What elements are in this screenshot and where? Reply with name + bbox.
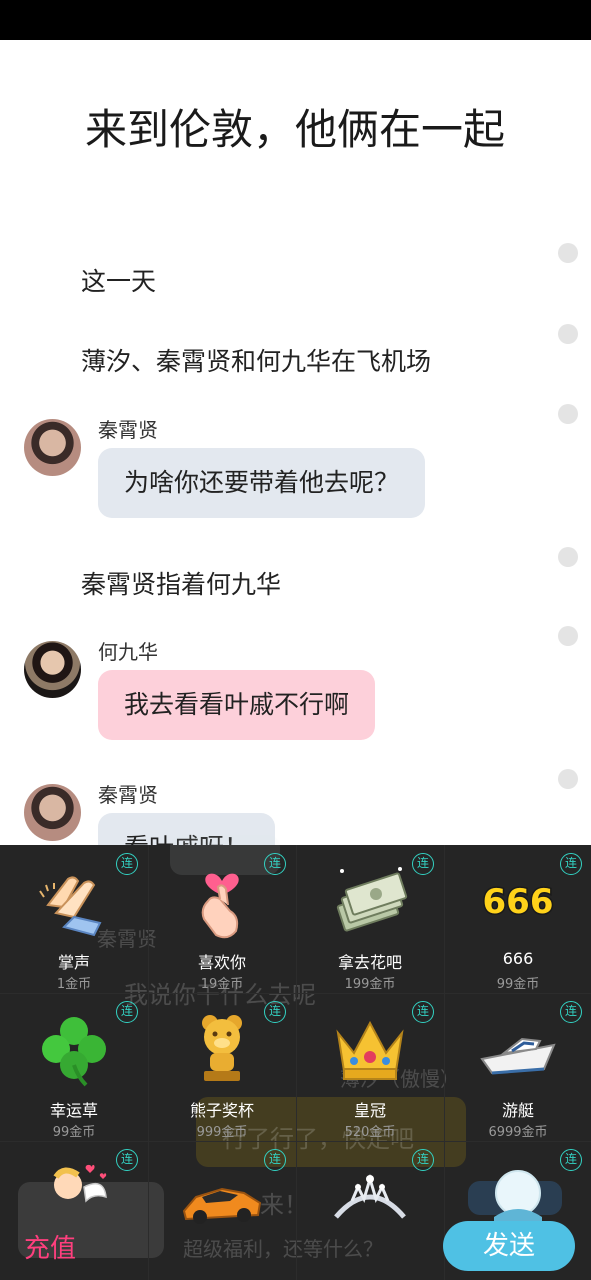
avatar[interactable] — [24, 641, 81, 698]
progress-dot — [558, 769, 578, 789]
gift-price: 99金币 — [496, 977, 540, 992]
gift-item[interactable]: 连 — [148, 1141, 296, 1280]
avatar[interactable] — [24, 419, 81, 476]
combo-badge: 连 — [412, 1001, 434, 1023]
clapping-hands-icon — [39, 876, 102, 937]
gift-name: 皇冠 — [353, 1101, 386, 1120]
narration-line: 秦霄贤指着何九华 — [81, 570, 282, 599]
gift-price: 999金币 — [196, 1125, 248, 1140]
progress-dot — [558, 324, 578, 344]
bear-trophy-icon — [202, 1015, 242, 1081]
combo-badge: 连 — [560, 1149, 582, 1171]
combo-badge: 连 — [560, 1001, 582, 1023]
progress-dot — [558, 547, 578, 567]
gift-item[interactable]: 连 幸运草 99金币 — [0, 993, 148, 1141]
avatar[interactable] — [24, 784, 81, 841]
gift-panel: 秦霄贤 我说你干什么去呢 薄汐（傲慢） 行了行了，快走吧 来！ 超级福利，还等什… — [0, 835, 591, 1280]
send-button[interactable]: 发送 — [443, 1221, 575, 1271]
gift-item[interactable]: 连 游艇 6999金币 — [444, 993, 591, 1141]
gift-price: 19金币 — [200, 977, 244, 992]
gift-name: 掌声 — [57, 953, 90, 972]
gift-price: 1金币 — [56, 977, 92, 992]
combo-badge: 连 — [116, 1149, 138, 1171]
combo-badge: 连 — [412, 1149, 434, 1171]
combo-badge: 连 — [560, 853, 582, 875]
svg-text:666: 666 — [483, 882, 554, 922]
speaker-name: 秦霄贤 — [98, 418, 158, 442]
speaker-name: 秦霄贤 — [98, 783, 158, 807]
money-stack-icon — [336, 867, 408, 932]
progress-dot — [558, 243, 578, 263]
combo-badge: 连 — [116, 853, 138, 875]
gift-item[interactable]: 连 — [296, 1141, 444, 1280]
chat-bubble: 为啥你还要带着他去呢？ — [98, 448, 426, 518]
666-badge-icon: 666 — [481, 881, 555, 924]
gift-item[interactable]: 连 掌声 1金币 — [0, 845, 148, 993]
sports-car-icon — [182, 1187, 262, 1224]
finger-heart-icon — [201, 873, 239, 939]
gift-name: 666 — [502, 949, 534, 968]
crown-icon — [336, 1020, 404, 1080]
gift-price: 520金币 — [344, 1125, 396, 1140]
gift-item[interactable]: 连 皇冠 520金币 — [296, 993, 444, 1141]
narration-line: 这一天 — [81, 267, 157, 296]
story-view[interactable]: 来到伦敦，他俩在一起 这一天 薄汐、秦霄贤和何九华在飞机场 秦霄贤 为啥你还要带… — [0, 40, 591, 845]
combo-badge: 连 — [264, 1001, 286, 1023]
gift-price: 199金币 — [344, 977, 396, 992]
combo-badge: 连 — [264, 853, 286, 875]
combo-badge: 连 — [412, 853, 434, 875]
chat-bubble: 我去看看叶戚不行啊 — [98, 670, 376, 740]
speaker-name: 何九华 — [98, 640, 158, 664]
yacht-icon — [480, 1037, 556, 1075]
gift-name: 熊子奖杯 — [189, 1101, 254, 1120]
story-title: 来到伦敦，他俩在一起 — [84, 105, 505, 154]
cupid-icon — [53, 1164, 107, 1203]
gift-price: 6999金币 — [488, 1125, 548, 1140]
gift-name: 喜欢你 — [197, 953, 246, 972]
progress-dot — [558, 626, 578, 646]
combo-badge: 连 — [264, 1149, 286, 1171]
gift-name: 幸运草 — [49, 1101, 98, 1120]
gift-name: 拿去花吧 — [337, 953, 402, 972]
narration-line: 薄汐、秦霄贤和何九华在飞机场 — [81, 347, 432, 376]
gift-item[interactable]: 连 666 666 99金币 — [444, 845, 591, 993]
progress-dot — [558, 404, 578, 424]
gift-item[interactable]: 连 喜欢你 19金币 — [148, 845, 296, 993]
status-bar — [0, 0, 591, 40]
tiara-icon — [334, 1173, 406, 1219]
combo-badge: 连 — [116, 1001, 138, 1023]
gift-name: 游艇 — [501, 1101, 534, 1120]
gift-price: 99金币 — [52, 1125, 96, 1140]
clover-icon — [42, 1017, 106, 1087]
gift-item[interactable]: 连 熊子奖杯 999金币 — [148, 993, 296, 1141]
recharge-button[interactable]: 充值 — [24, 1228, 76, 1265]
gift-item[interactable]: 连 拿去花吧 199金币 — [296, 845, 444, 993]
